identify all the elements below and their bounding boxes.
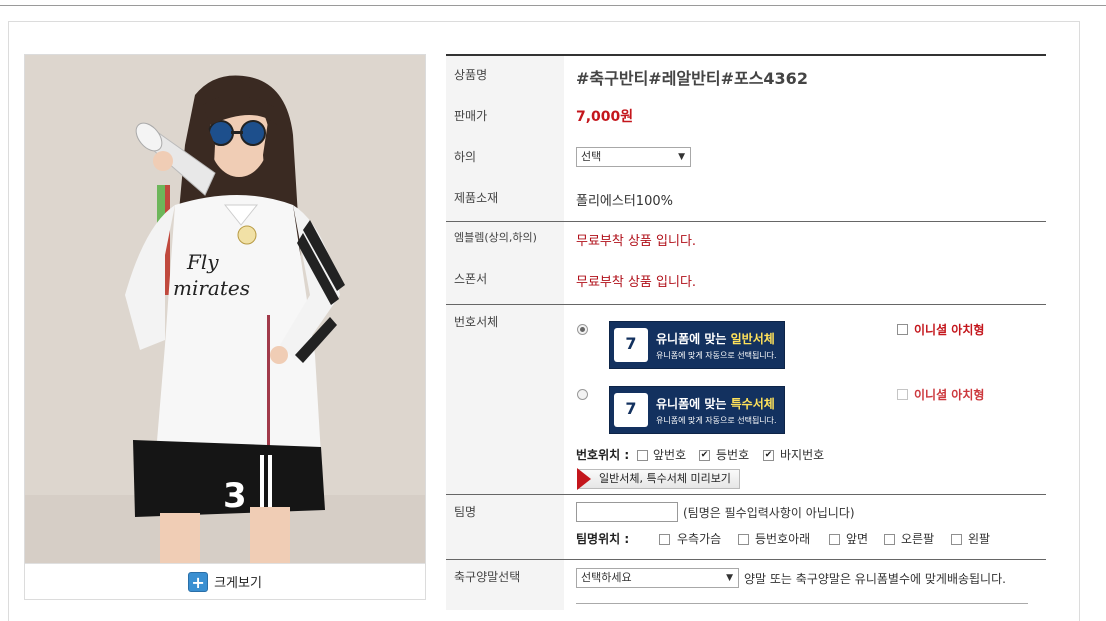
material-label: 제품소재 (454, 191, 499, 205)
special-font-radio[interactable] (577, 389, 588, 400)
socks-header-col: 축구양말선택 (446, 560, 564, 610)
font-preview-button[interactable]: 일반서체, 특수서체 미리보기 (577, 468, 740, 490)
team-name-hint: (팀명은 필수입력사항이 아닙니다) (683, 506, 855, 520)
number-font-header-col: 번호서체 (446, 305, 564, 494)
bottom-label: 하의 (454, 150, 477, 164)
team-name-block: 팀명 (팀명은 필수입력사항이 아닙니다) 팀명위치 : 우측가슴 등번호아래 … (446, 495, 1046, 559)
basic-info-block: 상품명 판매가 하의 제품소재 #축구반티#레알반티#포스4362 7,000원… (446, 56, 1046, 221)
socks-label: 축구양말선택 (454, 570, 521, 584)
product-photo[interactable]: Fly mirates 3 (25, 55, 425, 563)
sponsor-label: 스폰서 (454, 272, 488, 286)
team-name-header-col: 팀명 (446, 495, 564, 559)
initial-arch-label: 이니셜 아치형 (914, 388, 985, 402)
right-chest-label: 우측가슴 (677, 532, 722, 546)
socks-block: 축구양말선택 선택하세요 ▼ 양말 또는 축구양말은 유니폼별수에 맞게배송됩니… (446, 560, 1046, 610)
zoom-label: 크게보기 (214, 576, 262, 591)
banner-subtitle: 유니폼에 맞게 자동으로 선택됩니다. (656, 416, 777, 425)
shorts-number-label: 바지번호 (780, 448, 825, 462)
normal-font-banner[interactable]: 7 유니폼에 맞는 일반서체 유니폼에 맞게 자동으로 선택됩니다. (609, 321, 785, 369)
emblem-header-col: 엠블렘(상의,하의) 스폰서 (446, 222, 564, 304)
shorts-number-checkbox[interactable]: ✔ (763, 450, 774, 461)
socks-select-value: 선택하세요 (581, 571, 632, 584)
right-chest-checkbox[interactable] (659, 534, 670, 545)
product-image-panel: Fly mirates 3 + 크게보기 (24, 54, 426, 600)
product-name: #축구반티#레알반티#포스4362 (576, 69, 808, 88)
name-label: 상품명 (454, 68, 488, 82)
front-checkbox[interactable] (829, 534, 840, 545)
special-font-banner[interactable]: 7 유니폼에 맞는 특수서체 유니폼에 맞게 자동으로 선택됩니다. (609, 386, 785, 434)
bottom-select-value: 선택 (581, 150, 602, 163)
front-number-label: 앞번호 (653, 448, 687, 462)
plus-icon: + (188, 571, 209, 592)
initial-arch-label: 이니셜 아치형 (914, 323, 985, 337)
material-value: 폴리에스터100% (576, 194, 673, 209)
model-illustration: Fly mirates 3 (25, 55, 425, 563)
emblem-block: 엠블렘(상의,하의) 스폰서 무료부착 상품 입니다. 무료부착 상품 입니다. (446, 222, 1046, 304)
initial-arch-checkbox[interactable] (897, 389, 908, 400)
socks-select[interactable]: 선택하세요 ▼ (576, 568, 739, 588)
socks-underline (576, 603, 1028, 604)
normal-font-radio[interactable] (577, 324, 588, 335)
banner-subtitle: 유니폼에 맞게 자동으로 선택됩니다. (656, 351, 777, 360)
price-label: 판매가 (454, 109, 488, 123)
font-preview-label: 일반서체, 특수서체 미리보기 (599, 472, 731, 485)
banner-title: 유니폼에 맞는 특수서체 (656, 397, 775, 411)
socks-note: 양말 또는 축구양말은 유니폼별수에 맞게배송됩니다. (744, 572, 1006, 586)
dropdown-arrow-icon: ▼ (678, 152, 685, 162)
product-price: 7,000원 (576, 109, 634, 125)
below-back-number-label: 등번호아래 (755, 532, 811, 546)
initial-arch-checkbox[interactable] (897, 324, 908, 335)
number-font-block: 번호서체 7 유니폼에 맞는 일반서체 유니폼에 맞게 자동으로 선택됩니다. … (446, 305, 1046, 494)
emblem-label: 엠블렘(상의,하의) (454, 231, 537, 244)
banner-title: 유니폼에 맞는 일반서체 (656, 332, 775, 346)
number-font-label: 번호서체 (454, 315, 499, 329)
left-arm-checkbox[interactable] (951, 534, 962, 545)
team-name-input[interactable] (576, 502, 678, 522)
sponsor-value: 무료부착 상품 입니다. (576, 275, 697, 290)
team-position-label: 팀명위치 : (576, 532, 630, 546)
number-position-label: 번호위치 : (576, 448, 630, 462)
basic-info-header-col: 상품명 판매가 하의 제품소재 (446, 56, 564, 221)
play-arrow-icon (577, 468, 591, 490)
dropdown-arrow-icon: ▼ (726, 573, 733, 583)
front-number-checkbox[interactable] (637, 450, 648, 461)
team-name-label: 팀명 (454, 505, 477, 519)
zoom-button[interactable]: + 크게보기 (25, 563, 425, 599)
top-divider (0, 5, 1106, 6)
right-arm-label: 오른팔 (901, 532, 935, 546)
right-arm-checkbox[interactable] (884, 534, 895, 545)
below-back-number-checkbox[interactable] (738, 534, 749, 545)
left-arm-label: 왼팔 (968, 532, 991, 546)
shirt-icon: 7 (614, 328, 648, 362)
back-number-checkbox[interactable]: ✔ (699, 450, 710, 461)
bottom-select[interactable]: 선택 ▼ (576, 147, 691, 167)
front-label: 앞면 (846, 532, 869, 546)
back-number-label: 등번호 (716, 448, 750, 462)
shirt-icon: 7 (614, 393, 648, 427)
shorts-number: 3 (223, 476, 247, 516)
emblem-value: 무료부착 상품 입니다. (576, 234, 697, 249)
